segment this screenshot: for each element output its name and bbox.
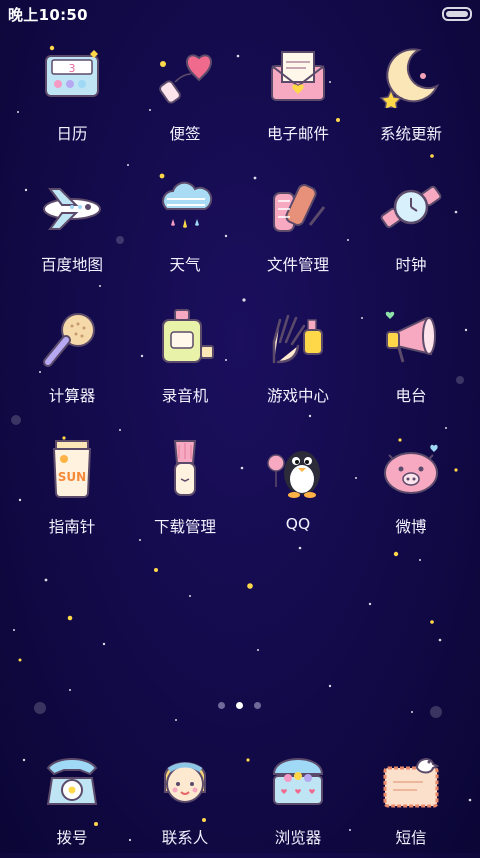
app-label: 下载管理 (153, 518, 216, 536)
app-weather[interactable]: 天气 (127, 175, 239, 285)
status-time: 晚上10:50 (8, 6, 88, 24)
app-label: 系统更新 (379, 125, 442, 143)
wristwatch-icon (379, 175, 443, 239)
app-email[interactable]: 电子邮件 (240, 44, 352, 154)
svg-text:3: 3 (69, 62, 76, 75)
app-qq[interactable]: QQ (240, 437, 352, 547)
app-baidu-maps[interactable]: 百度地图 (14, 175, 126, 285)
app-game-center[interactable]: 游戏中心 (240, 306, 352, 416)
app-label: 时钟 (395, 256, 427, 274)
app-label: 联系人 (161, 829, 209, 847)
dock-dialer[interactable]: 拨号 (14, 748, 126, 858)
svg-text:SUN: SUN (58, 470, 86, 484)
app-system-update[interactable]: 系统更新 (353, 44, 465, 154)
app-label: 电台 (395, 387, 427, 405)
app-label: 计算器 (48, 387, 96, 405)
app-clock[interactable]: 时钟 (353, 175, 465, 285)
app-label: QQ (285, 515, 311, 533)
moon-star-icon (379, 44, 443, 108)
app-notes[interactable]: 便签 (127, 44, 239, 154)
megaphone-icon (379, 306, 443, 370)
page-dot-3[interactable] (254, 702, 261, 709)
app-label: 浏览器 (274, 829, 322, 847)
battery-icon (442, 7, 472, 21)
sunscreen-tube-icon: SUN (40, 437, 104, 501)
app-label: 文件管理 (266, 256, 329, 274)
page-indicator[interactable] (0, 702, 480, 712)
app-weibo[interactable]: 微博 (353, 437, 465, 547)
app-label: 指南针 (48, 518, 96, 536)
app-label: 电子邮件 (266, 125, 329, 143)
app-file-manager[interactable]: 文件管理 (240, 175, 352, 285)
app-label: 天气 (169, 256, 201, 274)
perfume-bottle-icon (153, 306, 217, 370)
bird-letter-icon (379, 748, 443, 812)
app-label: 日历 (56, 125, 88, 143)
app-radio[interactable]: 电台 (353, 306, 465, 416)
page-dot-2[interactable] (236, 702, 243, 709)
notes-heart-bottle-icon (153, 44, 217, 108)
dock: 拨号 联系人 浏览器 短信 (0, 742, 480, 853)
app-label: 微博 (395, 518, 427, 536)
email-envelope-icon (266, 44, 330, 108)
app-downloads[interactable]: 下载管理 (127, 437, 239, 547)
app-compass[interactable]: SUN 指南针 (14, 437, 126, 547)
cloud-rain-icon (153, 175, 217, 239)
pig-face-icon (379, 437, 443, 501)
app-label: 短信 (395, 829, 427, 847)
calendar-palette-icon: 3 (40, 44, 104, 108)
app-calculator[interactable]: 计算器 (14, 306, 126, 416)
app-recorder[interactable]: 录音机 (127, 306, 239, 416)
brush-comb-icon (40, 306, 104, 370)
app-calendar[interactable]: 3 日历 (14, 44, 126, 154)
jewelry-box-icon (266, 748, 330, 812)
dock-browser[interactable]: 浏览器 (240, 748, 352, 858)
dock-contacts[interactable]: 联系人 (127, 748, 239, 858)
rotary-phone-icon (40, 748, 104, 812)
girl-face-icon (153, 748, 217, 812)
app-label: 拨号 (56, 829, 88, 847)
status-bar: 晚上10:50 (0, 0, 480, 28)
hand-nail-polish-icon (266, 306, 330, 370)
app-label: 便签 (169, 125, 201, 143)
battery-level-fill (446, 11, 468, 17)
app-label: 游戏中心 (266, 387, 329, 405)
penguin-icon (266, 437, 330, 501)
files-rolls-icon (266, 175, 330, 239)
page-dot-1[interactable] (218, 702, 225, 709)
app-label: 百度地图 (40, 256, 103, 274)
makeup-brush-icon (153, 437, 217, 501)
dock-messages[interactable]: 短信 (353, 748, 465, 858)
airplane-icon (40, 175, 104, 239)
app-label: 录音机 (161, 387, 209, 405)
